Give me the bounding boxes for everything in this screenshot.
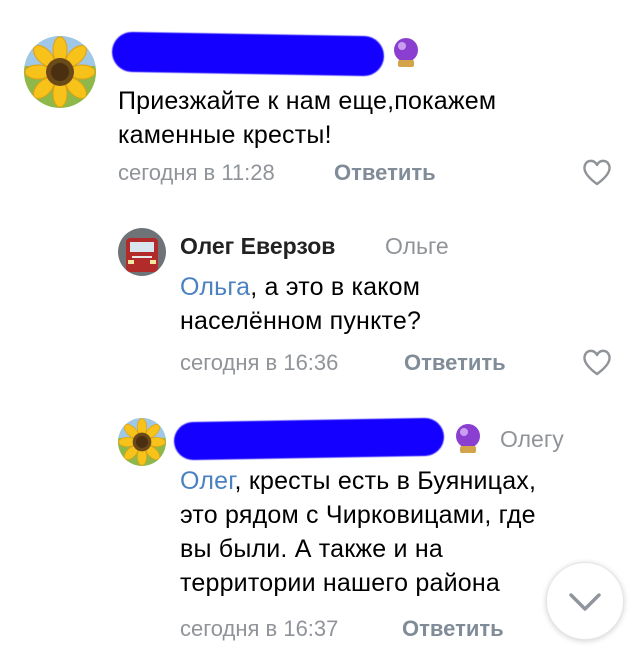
crystal-ball-icon: [452, 422, 484, 456]
comment-text: Олег, кресты есть в Буяницах, это рядом …: [180, 467, 537, 597]
comment-text: Приезжайте к нам еще,покажем каменные кр…: [118, 87, 497, 149]
reply-button[interactable]: Ответить: [334, 160, 436, 186]
chevron-down-icon: [569, 593, 601, 611]
mention-link[interactable]: Ольга: [180, 273, 250, 301]
train-avatar: [118, 228, 166, 276]
reply-button[interactable]: Ответить: [402, 616, 504, 642]
comment-timestamp: сегодня в 16:36: [180, 350, 339, 375]
comment-text: Ольга, а это в каком населённом пункте?: [180, 273, 422, 335]
avatar[interactable]: [118, 418, 166, 466]
comment-timestamp: сегодня в 16:37: [180, 616, 339, 641]
scroll-down-button[interactable]: [546, 562, 624, 640]
comment-timestamp: сегодня в 11:28: [118, 160, 275, 185]
heart-icon[interactable]: [582, 348, 612, 376]
mention-link[interactable]: Олег: [180, 467, 235, 495]
avatar[interactable]: [118, 228, 166, 276]
sunflower-avatar: [118, 418, 166, 466]
avatar[interactable]: [24, 36, 96, 108]
redacted-author-name: [111, 31, 385, 77]
sunflower-avatar: [24, 36, 96, 108]
comment-author[interactable]: Олег Еверзов: [180, 233, 335, 260]
reply-button[interactable]: Ответить: [404, 350, 506, 376]
heart-icon[interactable]: [582, 158, 612, 186]
redacted-author-name: [173, 417, 445, 461]
reply-to-label[interactable]: Ольге: [385, 233, 449, 260]
reply-to-label[interactable]: Олегу: [500, 426, 564, 453]
crystal-ball-icon: [390, 36, 422, 70]
